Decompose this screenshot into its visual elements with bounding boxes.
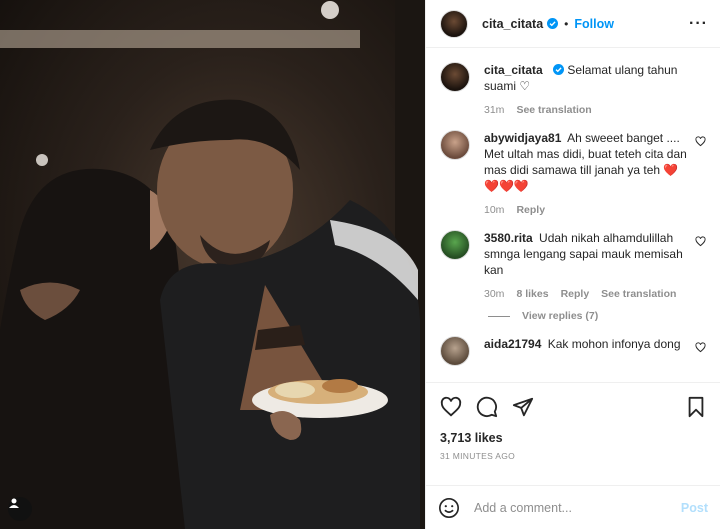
commenter-avatar[interactable] bbox=[440, 230, 470, 260]
comment-username[interactable]: aida21794 bbox=[484, 337, 541, 351]
verified-icon bbox=[553, 64, 565, 75]
photo-illustration bbox=[0, 0, 425, 529]
reply-button[interactable]: Reply bbox=[516, 202, 545, 218]
comment-text: Kak mohon infonya dong bbox=[547, 337, 681, 351]
emoji-icon[interactable] bbox=[438, 497, 460, 519]
post-panel: cita_citata • Follow ··· cita_citata Sel… bbox=[425, 0, 720, 529]
see-translation-button[interactable]: See translation bbox=[601, 286, 676, 302]
comment-like-icon[interactable] bbox=[695, 342, 706, 353]
comment-username[interactable]: abywidjaya81 bbox=[484, 131, 561, 145]
verified-icon bbox=[547, 18, 559, 29]
comments-list[interactable]: cita_citata Selamat ulang tahun suami ♡ … bbox=[426, 48, 720, 383]
post-modal: cita_citata • Follow ··· cita_citata Sel… bbox=[0, 0, 720, 529]
more-icon[interactable]: ··· bbox=[689, 15, 708, 33]
comment-username[interactable]: 3580.rita bbox=[484, 231, 533, 245]
separator-dot: • bbox=[564, 16, 569, 31]
comment-input[interactable] bbox=[474, 500, 681, 515]
likes-count[interactable]: 3,713 likes bbox=[426, 431, 720, 445]
share-icon[interactable] bbox=[512, 396, 534, 418]
post-photo[interactable] bbox=[0, 0, 425, 529]
commenter-avatar[interactable] bbox=[440, 336, 470, 366]
commenter-avatar[interactable] bbox=[440, 130, 470, 160]
comment-age: 30m bbox=[484, 288, 505, 300]
replies-divider bbox=[488, 315, 510, 317]
reply-button[interactable]: Reply bbox=[561, 286, 590, 302]
caption-age: 31m bbox=[484, 104, 505, 116]
post-button[interactable]: Post bbox=[681, 501, 708, 515]
post-timestamp: 31 MINUTES AGO bbox=[440, 451, 516, 461]
caption-avatar[interactable] bbox=[440, 62, 470, 92]
comment-item: aida21794 Kak mohon infonya dong bbox=[440, 336, 706, 366]
see-translation-button[interactable]: See translation bbox=[516, 102, 591, 118]
comment-item: 3580.rita Udah nikah alhamdulillah smnga… bbox=[440, 230, 706, 302]
post-header: cita_citata • Follow ··· bbox=[426, 0, 720, 48]
caption: cita_citata Selamat ulang tahun suami ♡ … bbox=[440, 62, 706, 118]
heart-icon[interactable] bbox=[440, 396, 462, 418]
action-bar bbox=[426, 383, 720, 431]
comment-age: 10m bbox=[484, 204, 505, 216]
caption-username[interactable]: cita_citata bbox=[484, 63, 543, 77]
add-comment-bar: Post bbox=[426, 485, 720, 529]
follow-button[interactable]: Follow bbox=[574, 17, 614, 31]
comment-like-icon[interactable] bbox=[695, 136, 706, 147]
comment-icon[interactable] bbox=[476, 396, 498, 418]
author-username[interactable]: cita_citata bbox=[482, 17, 543, 31]
comment-likes[interactable]: 8 likes bbox=[516, 286, 548, 302]
bookmark-icon[interactable] bbox=[686, 396, 706, 418]
view-replies-label: View replies (7) bbox=[522, 310, 599, 322]
comment-like-icon[interactable] bbox=[695, 236, 706, 247]
comment-item: abywidjaya81 Ah sweeet banget .... Met u… bbox=[440, 130, 706, 218]
author-avatar[interactable] bbox=[440, 9, 468, 38]
view-replies-button[interactable]: View replies (7) bbox=[488, 310, 706, 322]
user-tag-icon[interactable] bbox=[8, 497, 32, 521]
